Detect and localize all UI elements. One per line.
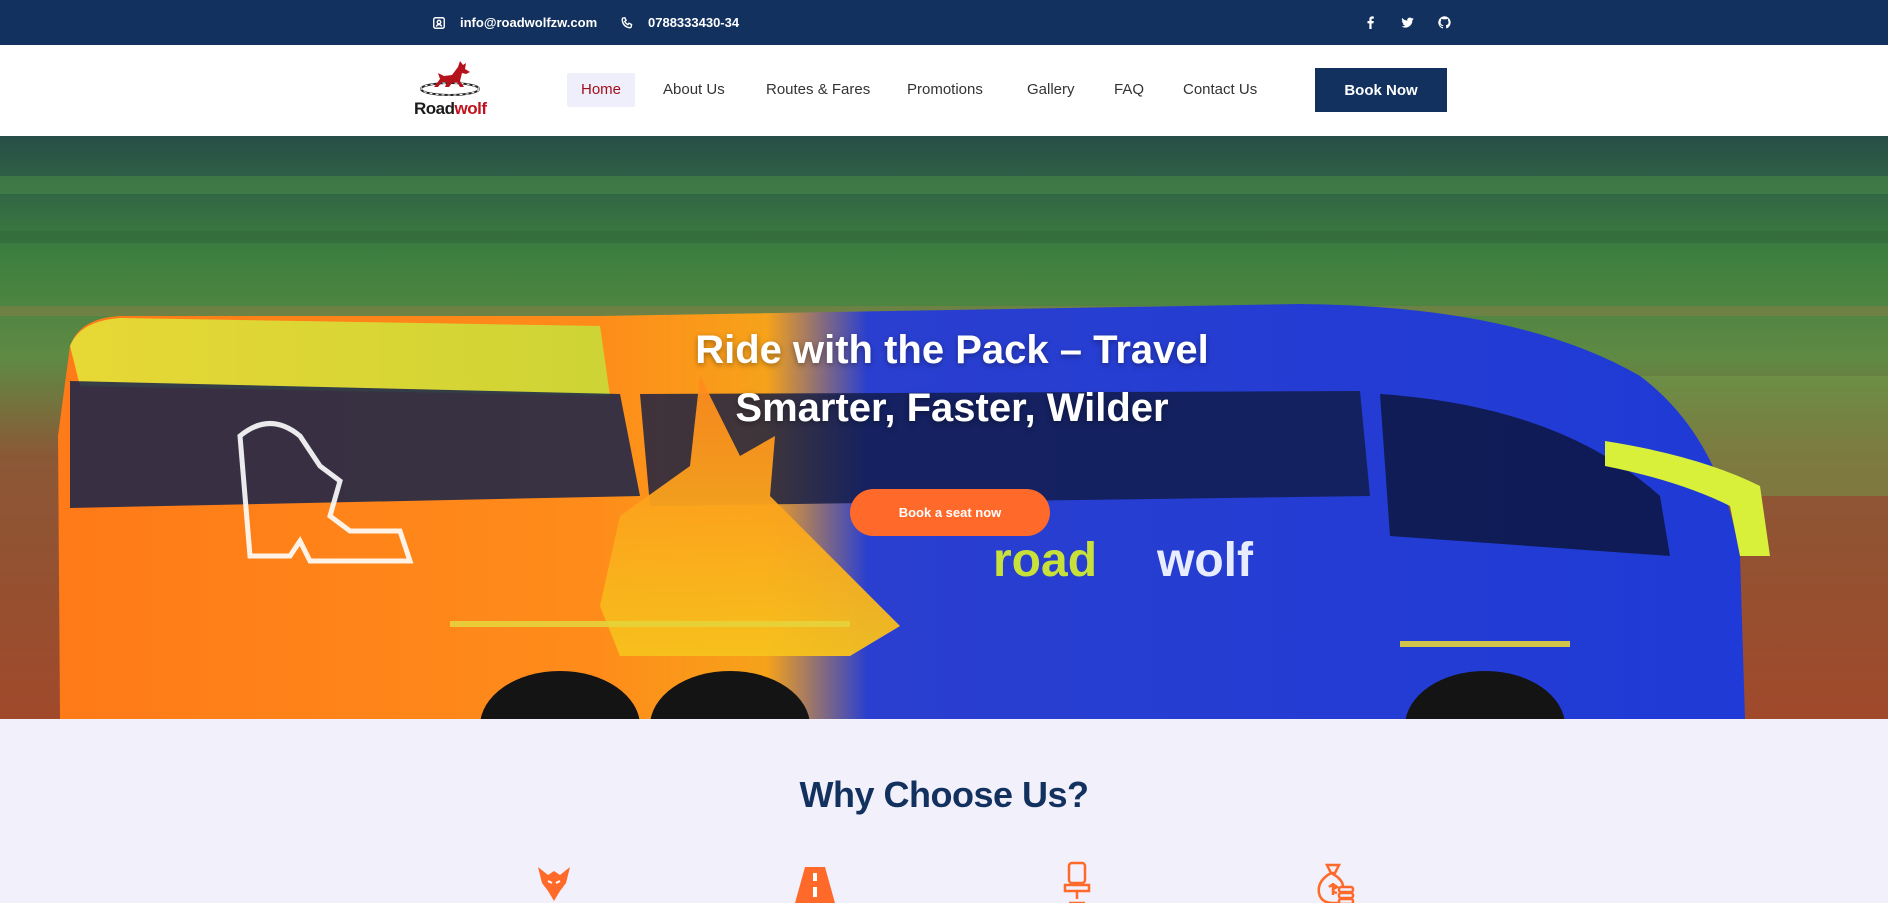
bus-wordmark-wolf: wolf (1156, 534, 1254, 587)
nav-gallery[interactable]: Gallery (1027, 73, 1075, 107)
nav-contact-us[interactable]: Contact Us (1183, 73, 1257, 107)
money-bag-icon (1313, 861, 1357, 903)
nav-home[interactable]: Home (567, 73, 636, 107)
why-choose-us-section: Why Choose Us? (0, 719, 1888, 903)
seat-icon (1055, 861, 1099, 903)
wolf-logo-icon (420, 61, 480, 96)
book-seat-button[interactable]: Book a seat now (850, 489, 1050, 536)
hero-title-line-1: Ride with the Pack – Travel (695, 328, 1209, 372)
phone-contact[interactable]: 0788333430-34 (620, 0, 739, 45)
main-navbar: Roadwolf Home About Us Routes & Fares Pr… (0, 45, 1888, 136)
section-title: Why Choose Us? (799, 774, 1089, 815)
hero-title: Ride with the Pack – Travel Smarter, Fas… (544, 321, 1360, 437)
bus-wordmark-road: road (993, 534, 1097, 587)
brand-wordmark: Roadwolf (414, 99, 487, 118)
email-text[interactable]: info@roadwolfzw.com (460, 15, 597, 30)
top-info-bar: info@roadwolfzw.com 0788333430-34 (0, 0, 1888, 45)
email-contact[interactable]: info@roadwolfzw.com (432, 0, 597, 45)
facebook-icon[interactable] (1363, 16, 1377, 30)
brand-logo[interactable]: Roadwolf (412, 55, 488, 119)
hero-section: road wolf Ride with the Pack – Travel Sm… (0, 136, 1888, 719)
book-now-button[interactable]: Book Now (1315, 68, 1447, 112)
wolf-icon (532, 861, 576, 903)
phone-icon (621, 16, 633, 28)
contact-card-icon (433, 16, 445, 29)
nav-about-us[interactable]: About Us (663, 73, 725, 107)
github-icon[interactable] (1437, 16, 1451, 30)
road-icon (793, 861, 837, 903)
nav-promotions[interactable]: Promotions (907, 73, 983, 107)
phone-text[interactable]: 0788333430-34 (648, 15, 739, 30)
nav-routes-fares[interactable]: Routes & Fares (766, 73, 870, 107)
hero-title-line-2: Smarter, Faster, Wilder (735, 386, 1169, 430)
nav-faq[interactable]: FAQ (1114, 73, 1144, 107)
twitter-icon[interactable] (1400, 16, 1414, 30)
